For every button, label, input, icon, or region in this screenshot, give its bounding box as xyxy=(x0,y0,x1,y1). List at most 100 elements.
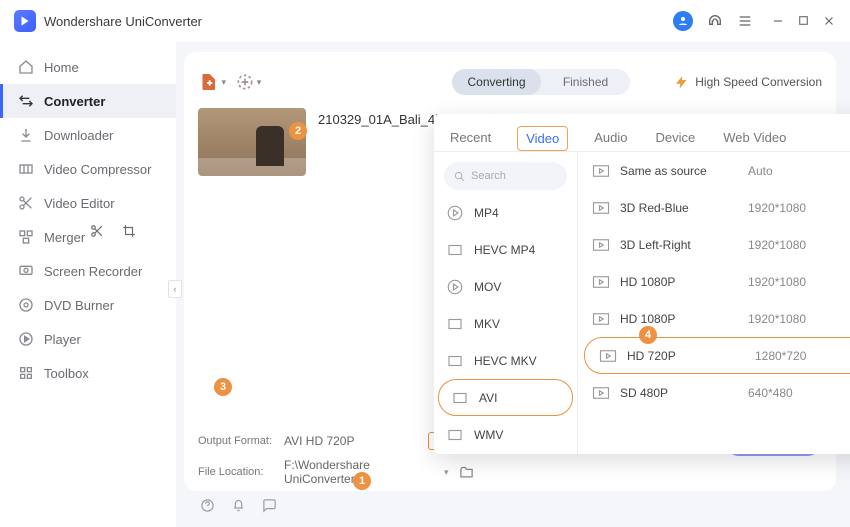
sidebar-item-label: Player xyxy=(44,332,81,347)
popup-tab-recent[interactable]: Recent xyxy=(448,124,493,151)
minimize-icon[interactable] xyxy=(771,14,785,28)
resolution-dim: 1920*1080 xyxy=(748,275,850,289)
resolution-dim: Auto xyxy=(748,164,850,178)
trim-icon[interactable] xyxy=(90,224,104,238)
scissors-icon xyxy=(18,195,34,211)
sidebar-item-label: Video Editor xyxy=(44,196,115,211)
support-icon[interactable] xyxy=(707,13,723,29)
format-icon xyxy=(446,241,464,259)
download-icon xyxy=(18,127,34,143)
format-icon xyxy=(446,204,464,222)
high-speed-toggle[interactable]: High Speed Conversion xyxy=(674,75,822,90)
format-icon xyxy=(446,315,464,333)
format-item-avi[interactable]: AVI xyxy=(438,379,573,416)
annotation-badge-1: 1 xyxy=(353,472,371,490)
add-folder-button[interactable]: ▾ xyxy=(234,68,262,96)
sidebar-item-recorder[interactable]: Screen Recorder xyxy=(0,254,176,288)
bell-icon[interactable] xyxy=(231,498,246,513)
format-icon xyxy=(451,389,469,407)
sidebar-item-editor[interactable]: Video Editor xyxy=(0,186,176,220)
app-logo xyxy=(14,10,36,32)
format-popup: Recent Video Audio Device Web Video Sear… xyxy=(434,114,850,454)
resolution-item[interactable]: 3D Left-Right 1920*1080 xyxy=(578,226,850,263)
format-item-hevcmkv[interactable]: HEVC MKV xyxy=(434,342,577,379)
sidebar-item-dvd[interactable]: DVD Burner xyxy=(0,288,176,322)
disc-icon xyxy=(18,297,34,313)
tab-finished[interactable]: Finished xyxy=(541,69,630,95)
sidebar-item-home[interactable]: Home xyxy=(0,50,176,84)
format-item-mp4[interactable]: MP4 xyxy=(434,194,577,231)
format-icon xyxy=(446,278,464,296)
resolution-label: HD 1080P xyxy=(620,312,738,326)
sidebar-item-label: Toolbox xyxy=(44,366,89,381)
format-item-mkv[interactable]: MKV xyxy=(434,305,577,342)
sidebar-item-player[interactable]: Player xyxy=(0,322,176,356)
app-title: Wondershare UniConverter xyxy=(44,14,202,29)
sidebar-item-compressor[interactable]: Video Compressor xyxy=(0,152,176,186)
popup-tab-audio[interactable]: Audio xyxy=(592,124,629,151)
popup-tab-web[interactable]: Web Video xyxy=(721,124,788,151)
home-icon xyxy=(18,59,34,75)
resolution-label: 3D Left-Right xyxy=(620,238,738,252)
resolution-item[interactable]: HD 1080P 1920*1080 xyxy=(578,263,850,300)
account-icon[interactable] xyxy=(673,11,693,31)
annotation-badge-3: 3 xyxy=(214,378,232,396)
format-label: MKV xyxy=(474,317,500,331)
help-icon[interactable] xyxy=(200,498,215,513)
merge-icon xyxy=(18,229,34,245)
open-folder-icon[interactable] xyxy=(459,465,474,480)
converter-icon xyxy=(18,93,34,109)
feedback-icon[interactable] xyxy=(262,498,277,513)
video-thumbnail[interactable] xyxy=(198,108,306,176)
status-segmented: Converting Finished xyxy=(452,69,630,95)
format-item-wmv[interactable]: WMV xyxy=(434,416,577,453)
resolution-item-selected[interactable]: HD 720P 1280*720 xyxy=(584,337,850,374)
output-format-value: AVI HD 720P xyxy=(284,430,418,452)
resolution-label: HD 720P xyxy=(627,349,745,363)
crop-icon[interactable] xyxy=(122,224,136,238)
resolution-dim: 1920*1080 xyxy=(748,238,850,252)
maximize-icon[interactable] xyxy=(797,14,810,28)
tab-converting[interactable]: Converting xyxy=(452,69,541,95)
resolution-dim: 1280*720 xyxy=(755,349,850,363)
sidebar-item-label: Downloader xyxy=(44,128,113,143)
resolution-item[interactable]: 3D Red-Blue1920*1080 xyxy=(578,189,850,226)
format-label: HEVC MKV xyxy=(474,354,537,368)
resolution-item[interactable]: SD 480P640*480 xyxy=(578,374,850,411)
video-icon xyxy=(592,275,610,289)
sidebar-item-label: Merger xyxy=(44,230,85,245)
file-location-label: File Location: xyxy=(198,466,274,478)
format-item-hevcmp4[interactable]: HEVC MP4 xyxy=(434,231,577,268)
format-search[interactable]: Search xyxy=(444,162,567,190)
format-item-mov[interactable]: MOV xyxy=(434,268,577,305)
format-icon xyxy=(446,352,464,370)
close-icon[interactable] xyxy=(822,14,836,28)
sidebar-item-downloader[interactable]: Downloader xyxy=(0,118,176,152)
format-label: HEVC MP4 xyxy=(474,243,535,257)
sidebar-item-label: Screen Recorder xyxy=(44,264,142,279)
format-icon xyxy=(446,426,464,444)
sidebar-item-label: Video Compressor xyxy=(44,162,151,177)
compress-icon xyxy=(18,161,34,177)
sidebar-item-label: DVD Burner xyxy=(44,298,114,313)
video-icon xyxy=(592,164,610,178)
popup-tab-device[interactable]: Device xyxy=(653,124,697,151)
sidebar-item-converter[interactable]: Converter xyxy=(0,84,176,118)
video-icon xyxy=(599,349,617,363)
video-icon xyxy=(592,238,610,252)
sidebar-item-label: Home xyxy=(44,60,79,75)
menu-icon[interactable] xyxy=(737,13,753,29)
format-label: AVI xyxy=(479,391,497,405)
resolution-label: SD 480P xyxy=(620,386,738,400)
resolution-item[interactable]: Same as sourceAuto xyxy=(578,152,850,189)
popup-tab-video[interactable]: Video xyxy=(517,126,568,151)
sidebar-item-toolbox[interactable]: Toolbox xyxy=(0,356,176,390)
video-icon xyxy=(592,201,610,215)
format-label: WMV xyxy=(474,428,503,442)
resolution-item[interactable]: HD 1080P1920*1080 xyxy=(578,300,850,337)
resolution-label: HD 1080P xyxy=(620,275,738,289)
annotation-badge-4: 4 xyxy=(639,326,657,344)
add-file-button[interactable]: ▾ xyxy=(198,68,226,96)
bolt-icon xyxy=(674,75,689,90)
resolution-dim: 1920*1080 xyxy=(748,201,850,215)
